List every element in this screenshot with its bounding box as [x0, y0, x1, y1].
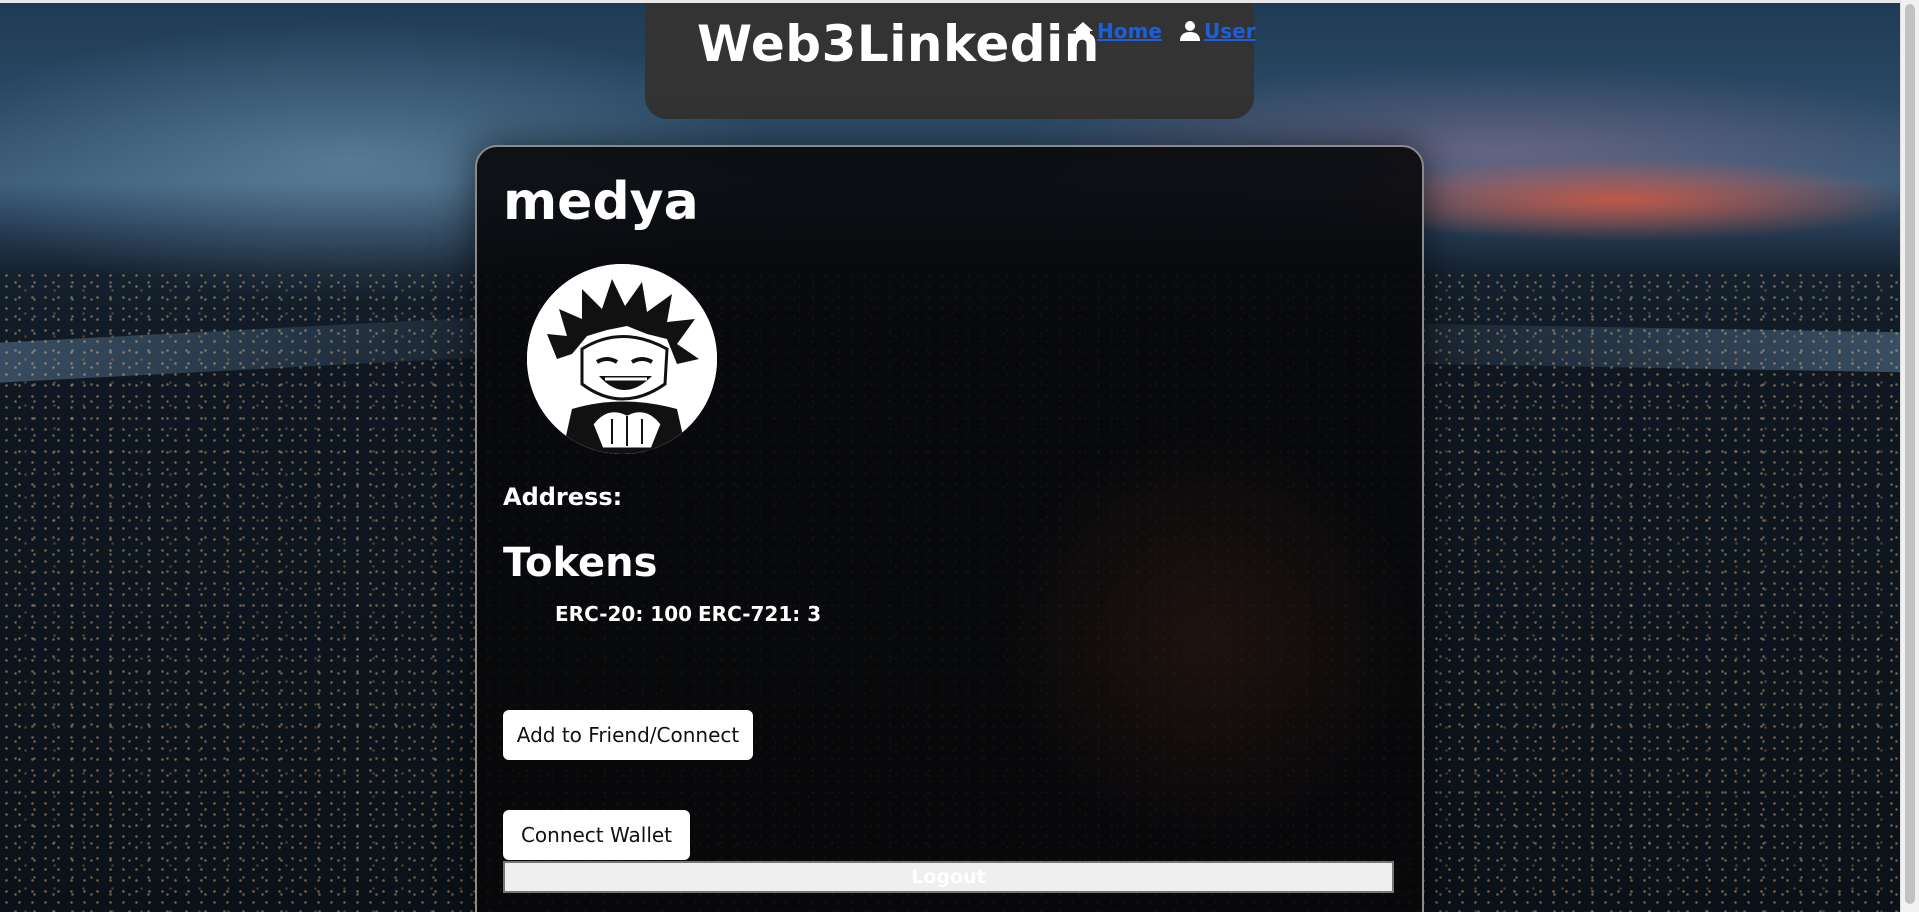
profile-card: medya Address: Tokens ERC-20: 100 ERC-72… [475, 145, 1424, 912]
token-erc721: ERC-721: 3 [698, 602, 822, 626]
scrollbar[interactable] [1900, 0, 1919, 912]
profile-username: medya [503, 172, 699, 232]
token-erc20: ERC-20: 100 [555, 602, 693, 626]
brand-title: Web3Linkedin [697, 15, 1100, 73]
nav-user-link[interactable]: User [1178, 19, 1256, 43]
connect-wallet-button[interactable]: Connect Wallet [503, 810, 690, 860]
scrollbar-thumb[interactable] [1905, 4, 1915, 904]
nav-home-label: Home [1097, 19, 1162, 43]
avatar [527, 264, 717, 454]
nav-user-label: User [1204, 19, 1256, 43]
address-label: Address: [503, 483, 623, 511]
logout-button[interactable]: Logout [503, 861, 1394, 893]
nav-home-link[interactable]: Home [1071, 19, 1162, 43]
header: Web3Linkedin Home User [645, 3, 1256, 119]
avatar-illustration [527, 264, 717, 454]
card-glow [997, 427, 1417, 847]
tokens-title: Tokens [503, 540, 658, 586]
address-row: Address: [503, 483, 622, 511]
add-friend-button[interactable]: Add to Friend/Connect [503, 710, 753, 760]
user-icon [1180, 21, 1200, 41]
home-icon [1073, 22, 1093, 40]
